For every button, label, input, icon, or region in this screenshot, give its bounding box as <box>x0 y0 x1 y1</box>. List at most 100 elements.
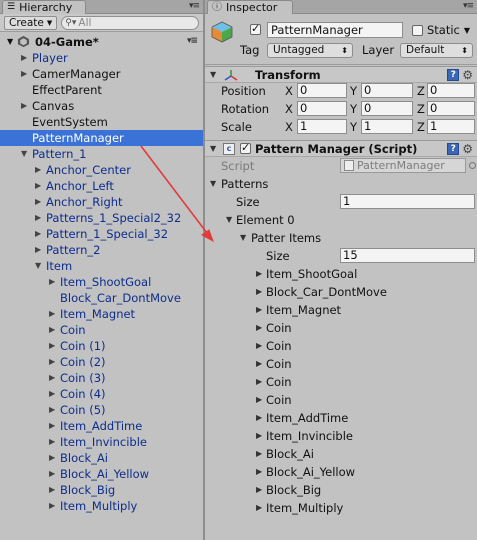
expand-right-icon[interactable]: ▶ <box>35 194 41 210</box>
expand-right-icon[interactable]: ▶ <box>49 466 55 482</box>
position-z-field[interactable]: 0 <box>427 83 475 98</box>
patterns-size-field[interactable]: 1 <box>340 194 475 209</box>
hierarchy-item[interactable]: ▶ Coin (4) <box>0 386 203 402</box>
expand-right-icon[interactable]: ▶ <box>49 354 55 370</box>
expand-right-icon[interactable]: ▶ <box>256 391 262 409</box>
hierarchy-item[interactable]: ▶ Item_Multiply <box>0 498 203 514</box>
hierarchy-item[interactable]: ▶ Canvas <box>0 98 203 114</box>
items-size-field[interactable]: 15 <box>340 248 475 263</box>
expand-right-icon[interactable]: ▶ <box>256 499 262 517</box>
expand-arrow-icon[interactable]: ▼ <box>210 175 216 193</box>
expand-right-icon[interactable]: ▶ <box>49 450 55 466</box>
expand-right-icon[interactable]: ▶ <box>49 370 55 386</box>
active-checkbox[interactable] <box>250 22 261 35</box>
expand-right-icon[interactable]: ▶ <box>256 283 262 301</box>
hierarchy-item[interactable]: ▶ Item_ShootGoal <box>0 274 203 290</box>
expand-arrow-icon[interactable]: ▼ <box>226 211 232 229</box>
expand-right-icon[interactable]: ▶ <box>35 226 41 242</box>
patterns-row[interactable]: ▼ Patterns <box>205 175 477 193</box>
expand-right-icon[interactable]: ▶ <box>49 418 55 434</box>
hierarchy-item[interactable]: ▶ Anchor_Left <box>0 178 203 194</box>
expand-right-icon[interactable]: ▶ <box>256 355 262 373</box>
static-toggle[interactable]: Static ▼ <box>412 23 470 37</box>
tag-dropdown[interactable]: Untagged ⬍ <box>267 43 353 58</box>
inspector-menu-icon[interactable]: ▾≡ <box>463 1 474 11</box>
hierarchy-item[interactable]: ▼ Pattern_1 <box>0 146 203 162</box>
patter-item-row[interactable]: ▶ Item_Invincible <box>205 427 477 445</box>
hierarchy-item[interactable]: ▶ Anchor_Right <box>0 194 203 210</box>
scene-row[interactable]: ▼ 04-Game* ▾≡ <box>0 33 203 50</box>
patter-item-row[interactable]: ▶ Item_AddTime <box>205 409 477 427</box>
script-field[interactable]: PatternManager <box>340 158 466 173</box>
expand-right-icon[interactable]: ▶ <box>49 482 55 498</box>
expand-right-icon[interactable]: ▶ <box>21 66 27 82</box>
element-0-row[interactable]: ▼ Element 0 <box>205 211 477 229</box>
expand-right-icon[interactable]: ▶ <box>256 463 262 481</box>
expand-right-icon[interactable]: ▶ <box>256 319 262 337</box>
hierarchy-item[interactable]: PatternManager <box>0 130 203 146</box>
panel-menu-icon[interactable]: ▾≡ <box>189 1 200 11</box>
hierarchy-item[interactable]: ▶ Player <box>0 50 203 66</box>
patter-item-row[interactable]: ▶ Item_Magnet <box>205 301 477 319</box>
expand-right-icon[interactable]: ▶ <box>49 322 55 338</box>
patter-item-row[interactable]: ▶ Coin <box>205 319 477 337</box>
expand-right-icon[interactable]: ▶ <box>49 306 55 322</box>
rotation-x-field[interactable]: 0 <box>297 101 347 116</box>
script-component-header[interactable]: ▼ c Pattern Manager (Script) ? ⚙ <box>205 140 477 157</box>
patter-item-row[interactable]: ▶ Coin <box>205 373 477 391</box>
expand-right-icon[interactable]: ▶ <box>256 427 262 445</box>
patter-item-row[interactable]: ▶ Item_ShootGoal <box>205 265 477 283</box>
patter-item-row[interactable]: ▶ Block_Car_DontMove <box>205 283 477 301</box>
position-y-field[interactable]: 0 <box>361 83 413 98</box>
hierarchy-item[interactable]: ▶ Block_Big <box>0 482 203 498</box>
patter-item-row[interactable]: ▶ Item_Multiply <box>205 499 477 517</box>
hierarchy-item[interactable]: Block_Car_DontMove <box>0 290 203 306</box>
scale-x-field[interactable]: 1 <box>297 119 347 134</box>
expand-right-icon[interactable]: ▶ <box>256 373 262 391</box>
static-checkbox[interactable] <box>412 24 423 36</box>
help-icon[interactable]: ? <box>447 69 460 81</box>
hierarchy-item[interactable]: ▶ Item_Invincible <box>0 434 203 450</box>
patter-items-row[interactable]: ▼ Patter Items <box>205 229 477 247</box>
chevron-down-icon[interactable]: ▼ <box>464 26 470 35</box>
hierarchy-item[interactable]: ▶ CamerManager <box>0 66 203 82</box>
transform-header[interactable]: ▼ Transform ? ⚙ <box>205 66 477 83</box>
hierarchy-item[interactable]: ▶ Item_AddTime <box>0 418 203 434</box>
hierarchy-item[interactable]: ▶ Block_Ai_Yellow <box>0 466 203 482</box>
expand-down-icon[interactable]: ▼ <box>35 258 41 274</box>
collapse-arrow-icon[interactable]: ▼ <box>210 144 216 153</box>
expand-right-icon[interactable]: ▶ <box>256 409 262 427</box>
hierarchy-item[interactable]: ▶ Coin (3) <box>0 370 203 386</box>
expand-right-icon[interactable]: ▶ <box>21 98 27 114</box>
expand-right-icon[interactable]: ▶ <box>49 274 55 290</box>
create-button[interactable]: Create ▼ <box>4 15 58 30</box>
expand-arrow-icon[interactable]: ▼ <box>240 229 246 247</box>
expand-right-icon[interactable]: ▶ <box>49 498 55 514</box>
object-name-field[interactable]: PatternManager <box>267 22 403 38</box>
hierarchy-item[interactable]: ▶ Coin (1) <box>0 338 203 354</box>
hierarchy-item[interactable]: ▶ Patterns_1_Special2_32 <box>0 210 203 226</box>
expand-down-icon[interactable]: ▼ <box>21 146 27 162</box>
scale-z-field[interactable]: 1 <box>427 119 475 134</box>
rotation-z-field[interactable]: 0 <box>427 101 475 116</box>
expand-arrow-icon[interactable]: ▼ <box>7 37 13 46</box>
hierarchy-item[interactable]: ▶ Pattern_2 <box>0 242 203 258</box>
hierarchy-item[interactable]: ▶ Coin (2) <box>0 354 203 370</box>
expand-right-icon[interactable]: ▶ <box>35 210 41 226</box>
hierarchy-item[interactable]: ▼ Item <box>0 258 203 274</box>
layer-dropdown[interactable]: Default ⬍ <box>400 43 473 58</box>
patter-item-row[interactable]: ▶ Block_Ai_Yellow <box>205 463 477 481</box>
hierarchy-item[interactable]: ▶ Pattern_1_Special_32 <box>0 226 203 242</box>
hierarchy-tab[interactable]: ☰ Hierarchy <box>2 0 86 14</box>
patter-item-row[interactable]: ▶ Block_Big <box>205 481 477 499</box>
expand-right-icon[interactable]: ▶ <box>256 265 262 283</box>
expand-right-icon[interactable]: ▶ <box>256 337 262 355</box>
patter-item-row[interactable]: ▶ Coin <box>205 337 477 355</box>
rotation-y-field[interactable]: 0 <box>361 101 413 116</box>
expand-right-icon[interactable]: ▶ <box>49 338 55 354</box>
expand-right-icon[interactable]: ▶ <box>256 445 262 463</box>
expand-right-icon[interactable]: ▶ <box>256 481 262 499</box>
expand-right-icon[interactable]: ▶ <box>256 301 262 319</box>
expand-right-icon[interactable]: ▶ <box>21 50 27 66</box>
expand-right-icon[interactable]: ▶ <box>35 242 41 258</box>
